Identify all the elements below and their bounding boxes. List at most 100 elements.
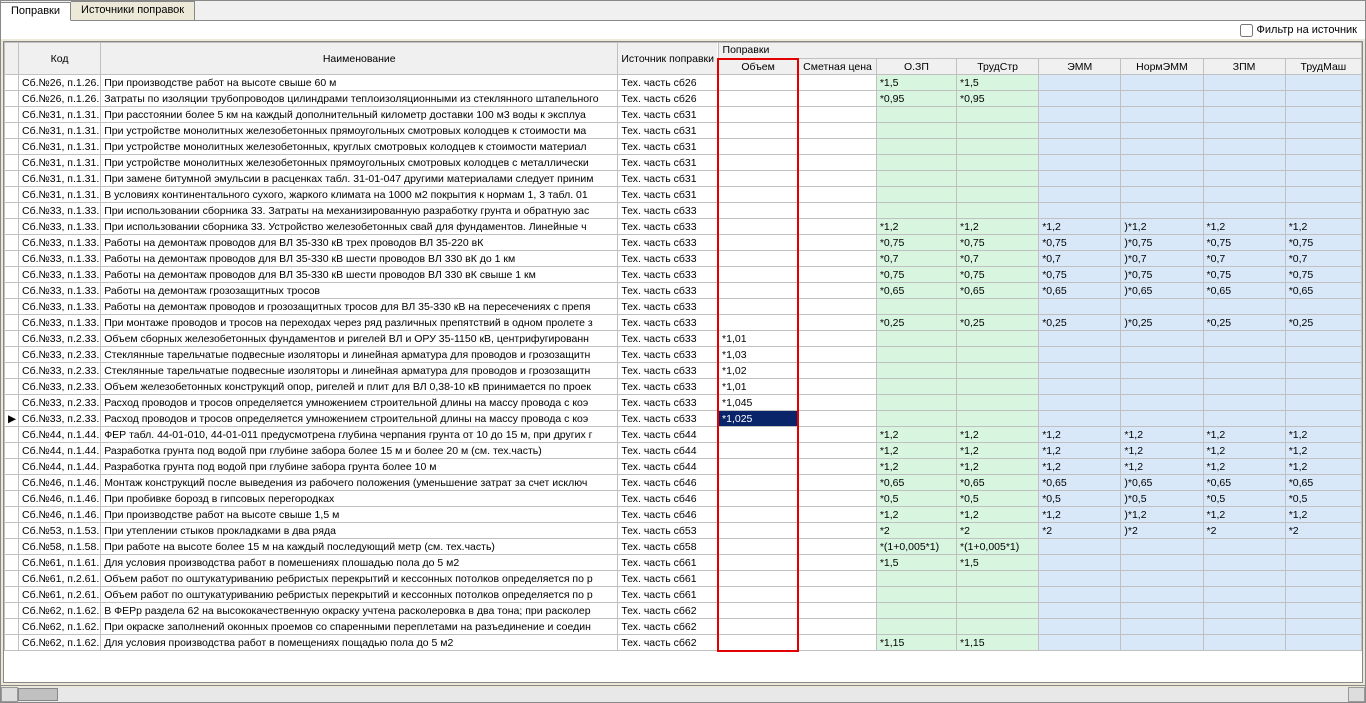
cell-code[interactable]: Сб.№44, п.1.44. [19, 427, 101, 443]
cell-vol[interactable] [718, 75, 798, 91]
cell-code[interactable]: Сб.№33, п.2.33. [19, 347, 101, 363]
cell-name[interactable]: При производстве работ на высоте свыше 6… [101, 75, 618, 91]
cell-src[interactable]: Тех. часть сб33 [618, 283, 718, 299]
table-row[interactable]: Сб.№62, п.1.62.При окраске заполнений ок… [5, 619, 1362, 635]
cell-zpm[interactable]: *0,5 [1203, 491, 1285, 507]
header-emm[interactable]: ЭММ [1039, 59, 1121, 75]
cell-trudstr[interactable] [957, 123, 1039, 139]
cell-code[interactable]: Сб.№61, п.2.61. [19, 571, 101, 587]
cell-trudstr[interactable] [957, 203, 1039, 219]
cell-src[interactable]: Тех. часть сб46 [618, 475, 718, 491]
cell-trudstr[interactable]: *1,5 [957, 75, 1039, 91]
cell-price[interactable] [798, 587, 876, 603]
cell-trudmash[interactable] [1285, 539, 1361, 555]
cell-price[interactable] [798, 443, 876, 459]
cell-zpm[interactable] [1203, 187, 1285, 203]
tab-corrections[interactable]: Поправки [1, 2, 71, 21]
cell-vol[interactable]: *1,02 [718, 363, 798, 379]
cell-trudstr[interactable]: *1,5 [957, 555, 1039, 571]
header-zpm[interactable]: ЗПМ [1203, 59, 1285, 75]
cell-emm[interactable] [1039, 571, 1121, 587]
cell-code[interactable]: Сб.№62, п.1.62. [19, 635, 101, 651]
header-vol[interactable]: Объем [718, 59, 798, 75]
cell-src[interactable]: Тех. часть сб33 [618, 411, 718, 427]
cell-price[interactable] [798, 91, 876, 107]
cell-normemm[interactable] [1121, 123, 1203, 139]
cell-price[interactable] [798, 459, 876, 475]
cell-emm[interactable] [1039, 187, 1121, 203]
cell-trudstr[interactable] [957, 379, 1039, 395]
cell[interactable] [5, 475, 19, 491]
cell-trudmash[interactable] [1285, 619, 1361, 635]
cell-emm[interactable] [1039, 75, 1121, 91]
cell-name[interactable]: Расход проводов и тросов определяется ум… [101, 411, 618, 427]
cell-emm[interactable]: *1,2 [1039, 507, 1121, 523]
cell-ozp[interactable]: *1,15 [876, 635, 956, 651]
cell-src[interactable]: Тех. часть сб62 [618, 619, 718, 635]
cell-ozp[interactable]: *2 [876, 523, 956, 539]
scroll-track[interactable] [18, 687, 1348, 702]
cell-trudmash[interactable]: *1,2 [1285, 427, 1361, 443]
cell-code[interactable]: Сб.№33, п.1.33. [19, 315, 101, 331]
table-row[interactable]: Сб.№58, п.1.58.При работе на высоте боле… [5, 539, 1362, 555]
table-row[interactable]: Сб.№26, п.1.26.При производстве работ на… [5, 75, 1362, 91]
cell-code[interactable]: Сб.№33, п.1.33. [19, 219, 101, 235]
horizontal-scrollbar[interactable] [1, 685, 1365, 702]
cell-src[interactable]: Тех. часть сб33 [618, 331, 718, 347]
cell-src[interactable]: Тех. часть сб33 [618, 219, 718, 235]
cell-src[interactable]: Тех. часть сб46 [618, 507, 718, 523]
cell-vol[interactable] [718, 539, 798, 555]
cell-zpm[interactable] [1203, 75, 1285, 91]
cell-src[interactable]: Тех. часть сб26 [618, 91, 718, 107]
cell-name[interactable]: При производстве работ на высоте свыше 1… [101, 507, 618, 523]
cell-vol[interactable] [718, 523, 798, 539]
cell-name[interactable]: Объем работ по оштукатуриванию ребристых… [101, 587, 618, 603]
cell[interactable] [5, 603, 19, 619]
cell-price[interactable] [798, 235, 876, 251]
cell-name[interactable]: При монтаже проводов и тросов на переход… [101, 315, 618, 331]
cell-ozp[interactable] [876, 299, 956, 315]
cell-trudmash[interactable] [1285, 395, 1361, 411]
cell-normemm[interactable]: )*0,75 [1121, 267, 1203, 283]
table-row[interactable]: Сб.№44, п.1.44.Разработка грунта под вод… [5, 443, 1362, 459]
cell[interactable] [5, 587, 19, 603]
cell-emm[interactable]: *1,2 [1039, 427, 1121, 443]
cell-ozp[interactable]: *0,65 [876, 283, 956, 299]
cell-ozp[interactable] [876, 139, 956, 155]
table-row[interactable]: Сб.№46, п.1.46.При пробивке борозд в гип… [5, 491, 1362, 507]
cell-src[interactable]: Тех. часть сб31 [618, 139, 718, 155]
cell-zpm[interactable] [1203, 571, 1285, 587]
cell-trudmash[interactable]: *0,75 [1285, 267, 1361, 283]
cell-vol[interactable] [718, 251, 798, 267]
cell-trudmash[interactable] [1285, 203, 1361, 219]
cell-emm[interactable] [1039, 379, 1121, 395]
cell-price[interactable] [798, 427, 876, 443]
table-row[interactable]: Сб.№61, п.2.61.Объем работ по оштукатури… [5, 587, 1362, 603]
cell-zpm[interactable]: *2 [1203, 523, 1285, 539]
cell-code[interactable]: Сб.№33, п.1.33. [19, 299, 101, 315]
cell-trudmash[interactable] [1285, 155, 1361, 171]
cell-price[interactable] [798, 251, 876, 267]
cell[interactable] [5, 379, 19, 395]
cell-ozp[interactable] [876, 587, 956, 603]
cell-trudstr[interactable]: *0,75 [957, 235, 1039, 251]
cell-normemm[interactable] [1121, 555, 1203, 571]
cell-zpm[interactable] [1203, 107, 1285, 123]
cell-code[interactable]: Сб.№31, п.1.31. [19, 171, 101, 187]
cell-normemm[interactable]: )*0,65 [1121, 283, 1203, 299]
cell-price[interactable] [798, 203, 876, 219]
cell-price[interactable] [798, 171, 876, 187]
cell-name[interactable]: Для условия производства работ в помещен… [101, 635, 618, 651]
cell-normemm[interactable] [1121, 379, 1203, 395]
cell-trudmash[interactable] [1285, 587, 1361, 603]
cell[interactable] [5, 107, 19, 123]
cell[interactable] [5, 635, 19, 651]
cell-src[interactable]: Тех. часть сб44 [618, 427, 718, 443]
cell-name[interactable]: Объем работ по оштукатуриванию ребристых… [101, 571, 618, 587]
cell-code[interactable]: Сб.№31, п.1.31. [19, 139, 101, 155]
cell-emm[interactable] [1039, 91, 1121, 107]
cell-name[interactable]: При использовании сборника 33. Устройств… [101, 219, 618, 235]
cell-trudstr[interactable] [957, 587, 1039, 603]
cell-trudstr[interactable]: *1,2 [957, 443, 1039, 459]
cell-vol[interactable] [718, 283, 798, 299]
